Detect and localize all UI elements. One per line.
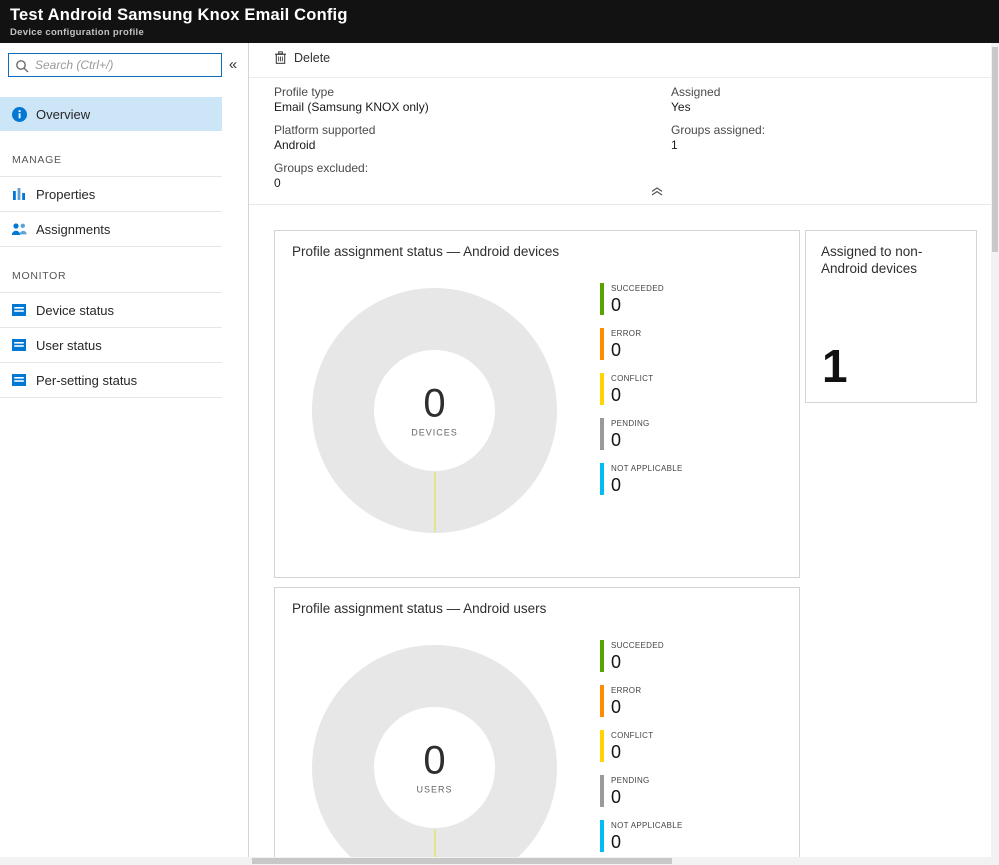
donut-total: 0 xyxy=(423,380,446,425)
donut-total: 0 xyxy=(423,737,446,782)
legend-text: SUCCEEDED 0 xyxy=(611,641,664,672)
double-chevron-up-icon xyxy=(651,187,663,196)
legend-swatch xyxy=(600,328,604,360)
essential-profile-type: Profile type Email (Samsung KNOX only) xyxy=(274,85,429,114)
sidebar-collapse-button[interactable]: « xyxy=(222,53,244,77)
vertical-scrollbar[interactable] xyxy=(991,43,999,857)
legend-item-succeeded: SUCCEEDED 0 xyxy=(600,640,683,672)
sidebar-item-properties[interactable]: Properties xyxy=(0,177,222,212)
essential-groups-excluded: Groups excluded: 0 xyxy=(274,161,369,190)
vertical-scrollbar-thumb[interactable] xyxy=(992,47,998,252)
sidebar-item-label: Properties xyxy=(36,186,96,202)
legend-text: ERROR 0 xyxy=(611,686,642,717)
essentials-left-column: Profile type Email (Samsung KNOX only) P… xyxy=(274,85,429,199)
legend-swatch xyxy=(600,640,604,672)
nav-group-manage: Properties Assignments xyxy=(0,176,222,247)
search-input[interactable] xyxy=(9,54,221,76)
legend-swatch xyxy=(600,730,604,762)
sidebar-section-monitor: MONITOR xyxy=(12,270,67,282)
legend-swatch xyxy=(600,418,604,450)
legend-item-pending: PENDING 0 xyxy=(600,775,683,807)
essential-platform: Platform supported Android xyxy=(274,123,376,152)
main-content: Delete Profile type Email (Samsung KNOX … xyxy=(249,43,991,857)
donut-chart-users: 0 USERS xyxy=(312,645,557,857)
legend-item-succeeded: SUCCEEDED 0 xyxy=(600,283,683,315)
donut-zero-marker xyxy=(433,829,436,857)
essentials-right-column: Assigned Yes Groups assigned: 1 xyxy=(671,85,765,161)
search-row: « xyxy=(8,53,248,77)
legend-swatch xyxy=(600,463,604,495)
legend-text: CONFLICT 0 xyxy=(611,374,654,405)
page-subtitle: Device configuration profile xyxy=(10,27,145,38)
chart-legend: SUCCEEDED 0 ERROR 0 CONFLICT 0 PENDING 0… xyxy=(600,283,683,508)
chart-title: Profile assignment status — Android user… xyxy=(292,601,547,616)
legend-swatch xyxy=(600,685,604,717)
legend-text: NOT APPLICABLE 0 xyxy=(611,464,683,495)
sidebar-item-assignments[interactable]: Assignments xyxy=(0,212,222,247)
sliders-icon xyxy=(11,187,27,201)
sidebar-item-user-status[interactable]: User status xyxy=(0,328,222,363)
legend-text: PENDING 0 xyxy=(611,419,650,450)
legend-item-not-applicable: NOT APPLICABLE 0 xyxy=(600,820,683,852)
legend-text: ERROR 0 xyxy=(611,329,642,360)
donut-unit-label: DEVICES xyxy=(411,426,458,437)
legend-text: SUCCEEDED 0 xyxy=(611,284,664,315)
donut-center: 0 DEVICES xyxy=(312,382,557,437)
card-non-android-devices: Assigned to non-Android devices 1 xyxy=(805,230,977,403)
legend-item-error: ERROR 0 xyxy=(600,328,683,360)
sidebar-item-overview[interactable]: Overview xyxy=(0,97,222,131)
sidebar-item-label: User status xyxy=(36,337,102,353)
non-android-count: 1 xyxy=(822,340,848,392)
status-list-icon xyxy=(11,373,27,387)
horizontal-scrollbar[interactable] xyxy=(0,857,999,865)
donut-zero-marker xyxy=(433,472,436,532)
essentials-collapse-button[interactable] xyxy=(649,182,665,201)
legend-item-conflict: CONFLICT 0 xyxy=(600,373,683,405)
status-list-icon xyxy=(11,303,27,317)
essentials-panel: Profile type Email (Samsung KNOX only) P… xyxy=(249,78,991,205)
chart-card-android-users: Profile assignment status — Android user… xyxy=(274,587,800,857)
essential-assigned: Assigned Yes xyxy=(671,85,721,114)
essential-groups-assigned: Groups assigned: 1 xyxy=(671,123,766,152)
search-icon xyxy=(16,60,29,73)
legend-item-pending: PENDING 0 xyxy=(600,418,683,450)
donut-unit-label: USERS xyxy=(416,783,453,794)
toolbar: Delete xyxy=(249,43,991,78)
legend-text: CONFLICT 0 xyxy=(611,731,654,762)
search-box[interactable] xyxy=(8,53,222,77)
page-title: Test Android Samsung Knox Email Config xyxy=(10,6,348,24)
people-icon xyxy=(11,222,27,236)
legend-swatch xyxy=(600,775,604,807)
horizontal-scrollbar-thumb[interactable] xyxy=(252,858,672,864)
legend-swatch xyxy=(600,820,604,852)
status-list-icon xyxy=(11,338,27,352)
sidebar-item-label: Overview xyxy=(36,106,91,122)
legend-item-not-applicable: NOT APPLICABLE 0 xyxy=(600,463,683,495)
chart-title: Profile assignment status — Android devi… xyxy=(292,244,560,259)
legend-item-conflict: CONFLICT 0 xyxy=(600,730,683,762)
legend-text: PENDING 0 xyxy=(611,776,650,807)
chart-card-android-devices: Profile assignment status — Android devi… xyxy=(274,230,800,578)
info-icon xyxy=(11,106,27,122)
legend-item-error: ERROR 0 xyxy=(600,685,683,717)
donut-chart-devices: 0 DEVICES xyxy=(312,288,557,533)
donut-center: 0 USERS xyxy=(312,739,557,794)
trash-icon xyxy=(274,51,287,64)
legend-swatch xyxy=(600,373,604,405)
chart-legend: SUCCEEDED 0 ERROR 0 CONFLICT 0 PENDING 0… xyxy=(600,640,683,857)
legend-swatch xyxy=(600,283,604,315)
legend-text: NOT APPLICABLE 0 xyxy=(611,821,683,852)
nav-group-monitor: Device status User status Per-setting st… xyxy=(0,292,222,398)
card-title: Assigned to non-Android devices xyxy=(821,244,923,276)
sidebar-item-label: Per-setting status xyxy=(36,372,138,388)
sidebar-item-per-setting-status[interactable]: Per-setting status xyxy=(0,363,222,398)
sidebar-item-label: Device status xyxy=(36,302,115,318)
app-header: Test Android Samsung Knox Email Config D… xyxy=(0,0,999,43)
sidebar-item-label: Assignments xyxy=(36,221,111,237)
delete-button[interactable]: Delete xyxy=(274,50,330,65)
sidebar-section-manage: MANAGE xyxy=(12,154,62,166)
sidebar: « Overview MANAGE Properties xyxy=(0,43,249,865)
delete-button-label: Delete xyxy=(294,50,331,65)
sidebar-item-device-status[interactable]: Device status xyxy=(0,293,222,328)
